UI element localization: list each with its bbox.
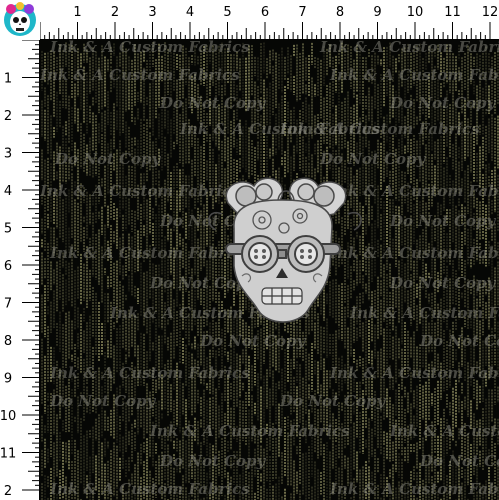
sugar-skull-logo-icon bbox=[0, 0, 40, 40]
watermark-text: Do Not Copy bbox=[389, 212, 497, 230]
watermark-text: Ink & A Custom Fabrics bbox=[279, 120, 480, 138]
ruler-number: 2 bbox=[4, 484, 12, 499]
ruler-number: 8 bbox=[336, 5, 344, 20]
watermark-text: Do Not Copy bbox=[49, 392, 157, 410]
ruler-number: 6 bbox=[261, 5, 269, 20]
ruler-number: 12 bbox=[482, 5, 499, 20]
watermark-text: Do Not Copy bbox=[159, 94, 267, 112]
watermark-text: Do Not Copy bbox=[199, 332, 307, 350]
watermark-text: Ink & A Custom Fabrics bbox=[49, 244, 250, 262]
ruler-number: 8 bbox=[4, 334, 12, 349]
ruler-number: 11 bbox=[0, 447, 16, 462]
fabric-swatch-preview: Ink & A Custom Fabrics Ink & A Custom Fab… bbox=[0, 0, 499, 500]
watermark-text: Ink & A Custom Fabrics bbox=[39, 66, 240, 84]
ruler-number: 10 bbox=[0, 409, 16, 424]
ruler-number: 11 bbox=[444, 5, 461, 20]
watermark-text: Do Not Copy bbox=[419, 452, 499, 470]
left-ruler: 1 2 3 4 5 6 7 8 9 10 11 2 bbox=[0, 39, 40, 500]
top-ruler: 1 2 3 4 5 6 7 8 9 10 11 12 bbox=[39, 0, 499, 40]
watermark-text: Ink & A Custom Fabrics bbox=[329, 480, 499, 498]
watermark-text: Ink & A Custom Fabrics bbox=[49, 38, 250, 56]
watermark-text: Ink & A Custom Fabrics bbox=[329, 364, 499, 382]
watermark-text: Do Not Copy bbox=[159, 452, 267, 470]
watermark-text: Ink & A Custom Fabrics bbox=[49, 480, 250, 498]
ruler-number: 4 bbox=[4, 184, 12, 199]
ruler-number: 9 bbox=[373, 5, 381, 20]
watermark-text: Do Not Copy bbox=[279, 392, 387, 410]
ruler-number: 10 bbox=[407, 5, 424, 20]
ruler-number: 3 bbox=[148, 5, 156, 20]
watermark-text: Do Not Copy bbox=[389, 274, 497, 292]
watermark-text: Ink & A Custom Fabrics bbox=[329, 66, 499, 84]
watermark-text: Ink & A Custom Fabrics bbox=[49, 364, 250, 382]
watermark-text: Ink & A Custom Fabrics bbox=[149, 422, 350, 440]
watermark-text: Do Not Copy bbox=[389, 94, 497, 112]
ruler-number: 7 bbox=[298, 5, 306, 20]
ruler-number: 2 bbox=[111, 5, 119, 20]
ruler-number: 1 bbox=[4, 72, 12, 87]
watermark-text: Ink & A Custom Fabrics bbox=[329, 182, 499, 200]
ruler-number: 5 bbox=[223, 5, 231, 20]
watermark-text: Ink & A Custom Fabrics bbox=[349, 304, 499, 322]
watermark-text: Do Not Copy bbox=[319, 150, 427, 168]
watermark-text: Ink & A Custom Fabrics bbox=[39, 182, 240, 200]
ruler-number: 7 bbox=[4, 297, 12, 312]
ruler-number: 6 bbox=[4, 259, 12, 274]
watermark-text: Do Not Copy bbox=[54, 150, 162, 168]
ruler-number: 2 bbox=[4, 109, 12, 124]
ruler-number: 5 bbox=[4, 222, 12, 237]
watermark-text: Ink & A Custom Fabrics bbox=[389, 422, 499, 440]
ruler-number: 9 bbox=[4, 372, 12, 387]
ruler-number: 3 bbox=[4, 147, 12, 162]
watermark-text: Ink & A Custom Fabrics bbox=[329, 244, 499, 262]
watermark-text: Do Not Copy bbox=[419, 332, 499, 350]
ruler-number: 1 bbox=[73, 5, 81, 20]
ruler-number: 4 bbox=[186, 5, 194, 20]
watermark-text: Ink & A Custom Fabrics bbox=[319, 38, 499, 56]
